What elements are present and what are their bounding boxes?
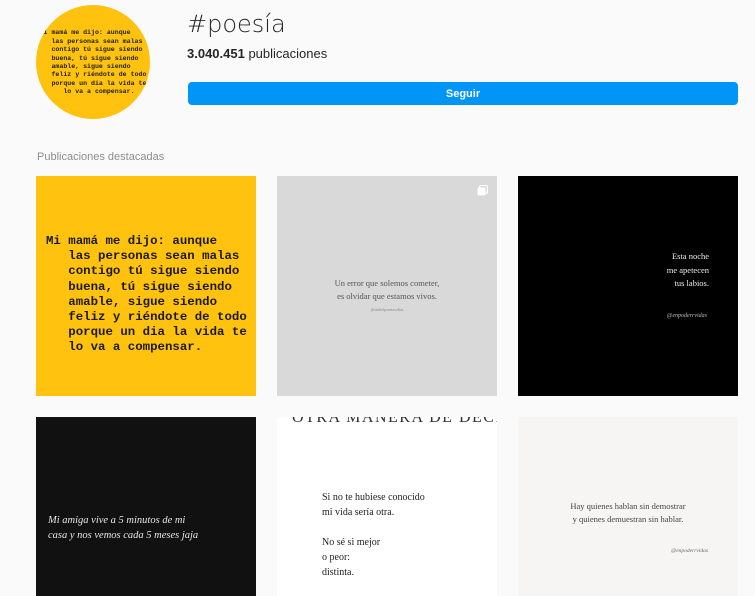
post-tile-2[interactable]: Un error que solemos cometer, es olvidar… bbox=[277, 176, 497, 396]
post-tile-4[interactable]: Mi amiga vive a 5 minutos de mi casa y n… bbox=[36, 417, 256, 596]
post-text: Si no te hubiese conocido mi vida sería … bbox=[322, 492, 425, 578]
post-count-number: 3.040.451 bbox=[187, 46, 245, 61]
featured-posts-label: Publicaciones destacadas bbox=[37, 151, 165, 163]
hashtag-avatar: Mi mamá me dijo: aunque las personas sea… bbox=[36, 5, 150, 119]
post-handle: @enpoderrvidas bbox=[671, 548, 708, 554]
post-header: OTRA MANERA DE DECIRLO bbox=[292, 417, 497, 426]
post-tile-5[interactable]: OTRA MANERA DE DECIRLO Si no te hubiese … bbox=[277, 417, 497, 596]
post-count-suffix: publicaciones bbox=[244, 46, 328, 61]
post-tile-6[interactable]: Hay quienes hablan sin demostrar y quien… bbox=[518, 417, 738, 596]
post-text: Esta noche me apetecen tus labios. bbox=[666, 251, 709, 288]
post-text: Hay quienes hablan sin demostrar y quien… bbox=[570, 501, 686, 524]
post-tile-3[interactable]: Esta noche me apetecen tus labios. @enpo… bbox=[518, 176, 738, 396]
post-text: Mi amiga vive a 5 minutos de mi casa y n… bbox=[48, 515, 199, 541]
hashtag-title: #poesía bbox=[187, 10, 286, 38]
post-count: 3.040.451 publicaciones bbox=[187, 46, 327, 61]
avatar-text: Mi mamá me dijo: aunque las personas sea… bbox=[39, 29, 147, 96]
post-handle: @enpoderrvidas bbox=[666, 313, 707, 319]
post-tile-1[interactable]: Mi mamá me dijo: aunque las personas sea… bbox=[36, 176, 256, 396]
multiple-posts-icon bbox=[477, 185, 488, 196]
follow-button[interactable]: Seguir bbox=[188, 82, 738, 105]
post-text: Un error que solemos cometer, es olvidar… bbox=[334, 278, 440, 301]
post-handle: @sinhelpoesiasolias bbox=[370, 307, 404, 312]
post-text: Mi mamá me dijo: aunque las personas sea… bbox=[46, 234, 247, 355]
